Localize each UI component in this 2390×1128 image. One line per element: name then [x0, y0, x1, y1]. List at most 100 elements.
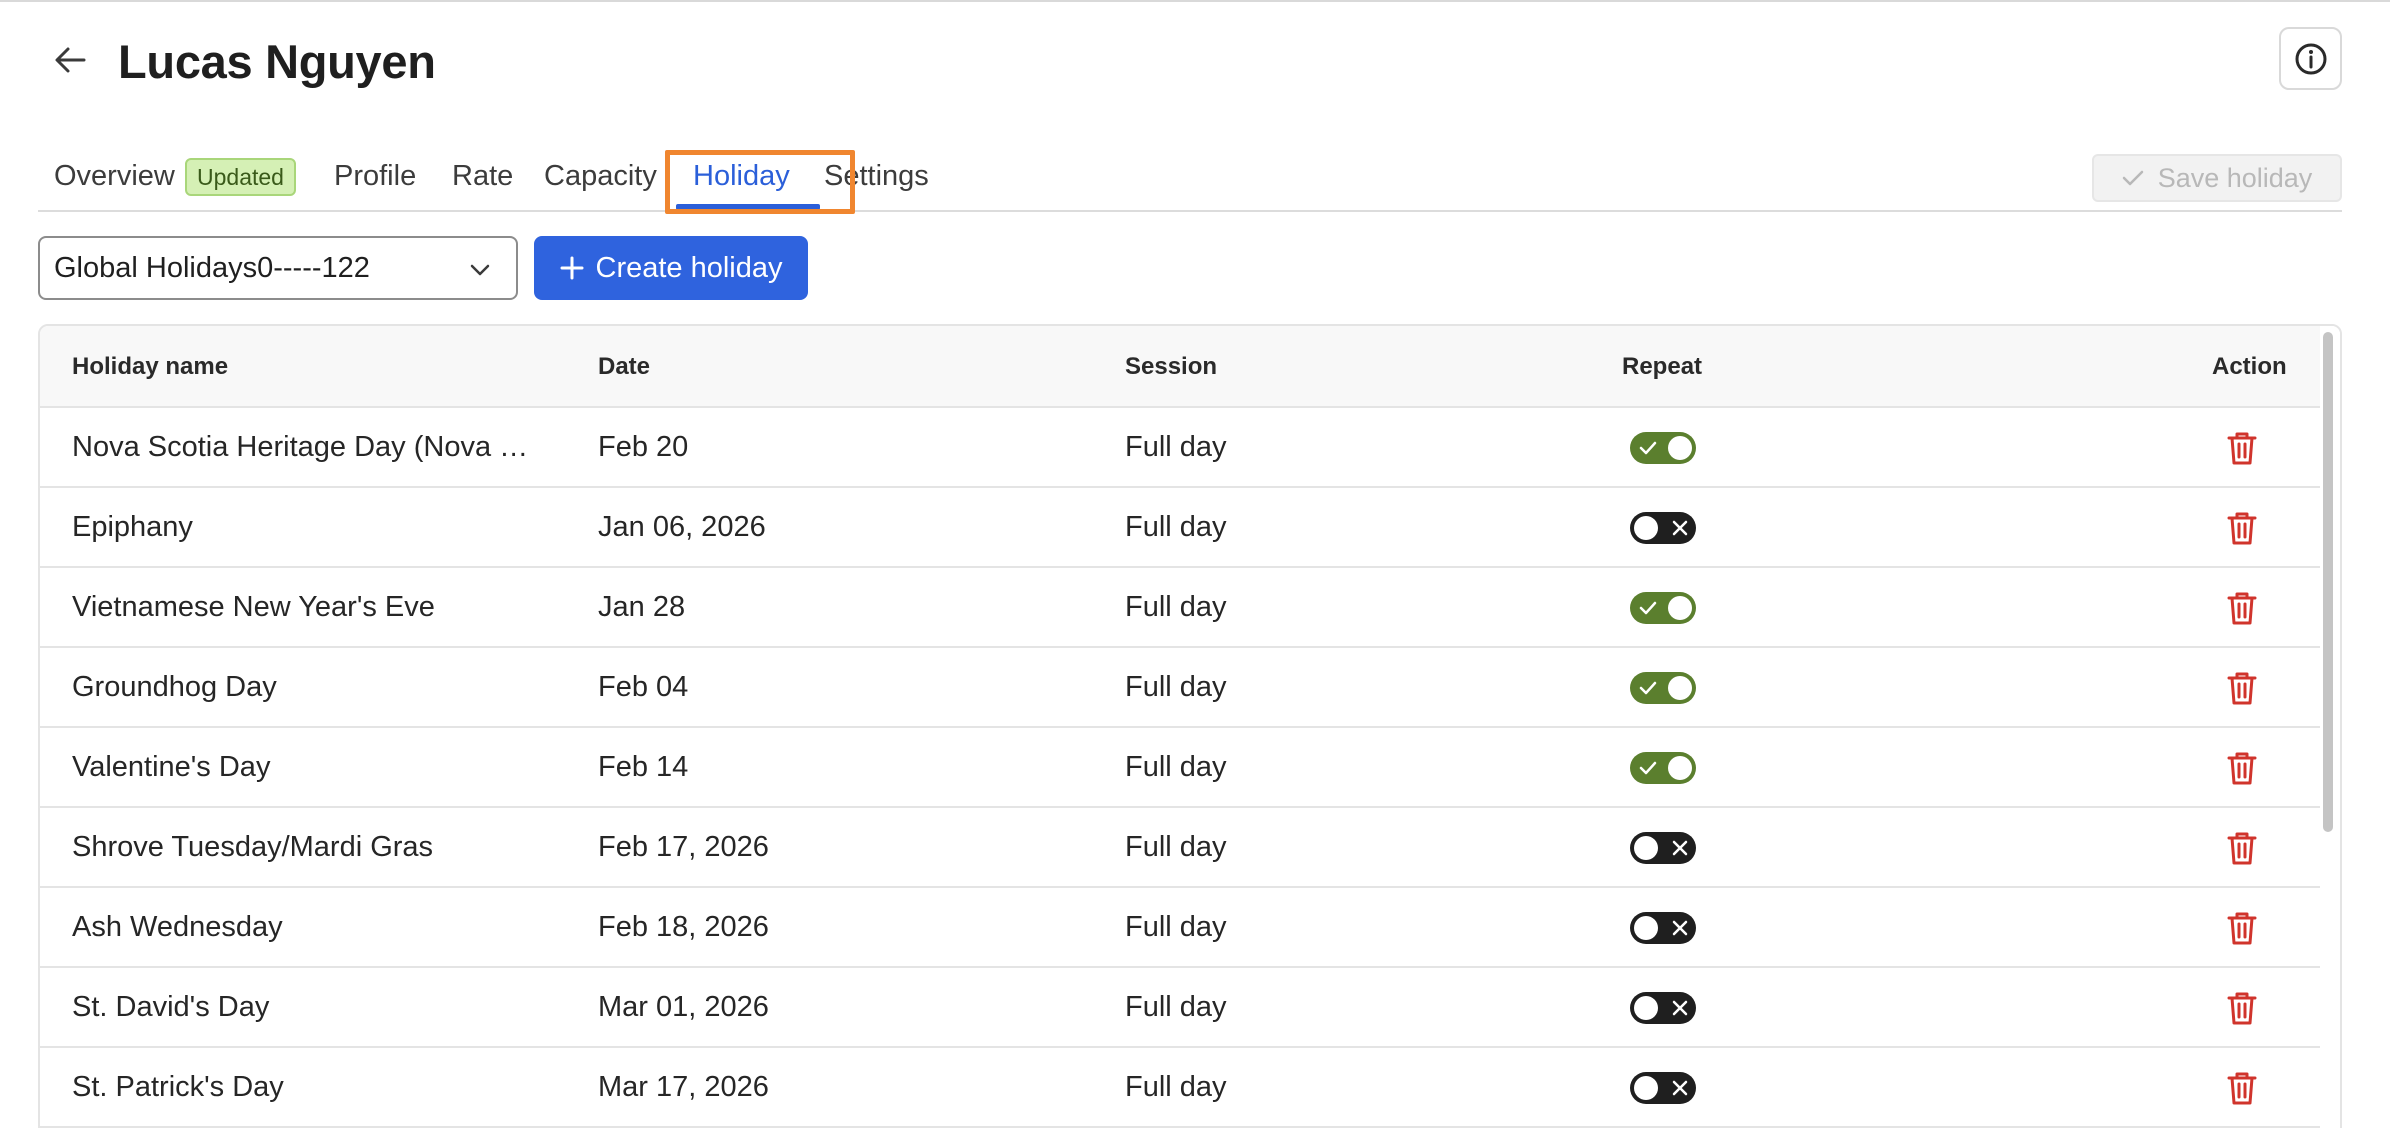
column-header-repeat: Repeat — [1622, 353, 1703, 380]
column-header-holiday-name: Holiday name — [72, 353, 229, 380]
toggle-knob — [1634, 836, 1658, 860]
plus-icon — [560, 256, 583, 280]
check-icon — [1639, 441, 1657, 455]
toggle-knob — [1668, 436, 1692, 460]
toggle-knob — [1668, 596, 1692, 620]
delete-button[interactable] — [2226, 510, 2258, 546]
info-button[interactable] — [2279, 27, 2342, 90]
toggle-knob — [1634, 516, 1658, 540]
close-icon — [1672, 920, 1688, 936]
holiday-name-cell: Valentine's Day — [72, 751, 271, 783]
save-holiday-button[interactable]: Save holiday — [2092, 154, 2342, 202]
repeat-toggle[interactable] — [1630, 912, 1696, 944]
trash-icon — [2227, 912, 2257, 945]
delete-button[interactable] — [2226, 670, 2258, 706]
table-row: St. Patrick's Day Mar 17, 2026 Full day — [40, 1048, 2320, 1128]
back-button[interactable] — [50, 40, 90, 80]
table-header: Holiday name Date Session Repeat Action — [40, 326, 2320, 408]
holiday-session-cell: Full day — [1125, 511, 1227, 543]
updated-badge: Updated — [185, 158, 296, 196]
tab-bar: Overview Updated Profile Rate Capacity H… — [38, 148, 2342, 214]
holiday-session-cell: Full day — [1125, 1071, 1227, 1103]
table-row: Groundhog Day Feb 04 Full day — [40, 648, 2320, 728]
repeat-toggle[interactable] — [1630, 432, 1696, 464]
trash-icon — [2227, 592, 2257, 625]
holiday-name-cell: Vietnamese New Year's Eve — [72, 591, 435, 623]
delete-button[interactable] — [2226, 750, 2258, 786]
repeat-toggle[interactable] — [1630, 592, 1696, 624]
check-icon — [1639, 601, 1657, 615]
holiday-date-cell: Jan 06, 2026 — [598, 511, 766, 543]
toggle-knob — [1634, 1076, 1658, 1100]
holiday-session-cell: Full day — [1125, 911, 1227, 943]
holiday-session-cell: Full day — [1125, 591, 1227, 623]
delete-button[interactable] — [2226, 590, 2258, 626]
tab-rate[interactable]: Rate — [452, 160, 513, 193]
holiday-date-cell: Feb 17, 2026 — [598, 831, 769, 863]
tab-profile[interactable]: Profile — [334, 160, 416, 193]
holiday-name-cell: Ash Wednesday — [72, 911, 283, 943]
holiday-calendar-select[interactable]: Global Holidays0-----122 — [38, 236, 518, 300]
check-icon — [1639, 681, 1657, 695]
repeat-toggle[interactable] — [1630, 752, 1696, 784]
column-header-action: Action — [2212, 353, 2287, 380]
close-icon — [1672, 520, 1688, 536]
create-holiday-label: Create holiday — [595, 251, 783, 284]
tab-settings[interactable]: Settings — [824, 160, 929, 193]
trash-icon — [2227, 432, 2257, 465]
holiday-session-cell: Full day — [1125, 431, 1227, 463]
tab-capacity[interactable]: Capacity — [544, 160, 657, 193]
trash-icon — [2227, 752, 2257, 785]
holiday-name-cell: Epiphany — [72, 511, 193, 543]
trash-icon — [2227, 832, 2257, 865]
info-circle-icon — [2295, 43, 2326, 74]
table-row: Shrove Tuesday/Mardi Gras Feb 17, 2026 Ful… — [40, 808, 2320, 888]
close-icon — [1672, 1080, 1688, 1096]
holiday-date-cell: Mar 17, 2026 — [598, 1071, 769, 1103]
holiday-session-cell: Full day — [1125, 671, 1227, 703]
delete-button[interactable] — [2226, 830, 2258, 866]
holiday-date-cell: Feb 14 — [598, 751, 689, 783]
delete-button[interactable] — [2226, 990, 2258, 1026]
holiday-date-cell: Feb 20 — [598, 431, 689, 463]
table-row: Valentine's Day Feb 14 Full day — [40, 728, 2320, 808]
toggle-knob — [1634, 916, 1658, 940]
save-holiday-label: Save holiday — [2157, 162, 2313, 193]
repeat-toggle[interactable] — [1630, 992, 1696, 1024]
toggle-knob — [1668, 756, 1692, 780]
holiday-session-cell: Full day — [1125, 991, 1227, 1023]
repeat-toggle[interactable] — [1630, 832, 1696, 864]
check-icon — [1639, 761, 1657, 775]
delete-button[interactable] — [2226, 910, 2258, 946]
holiday-calendar-value: Global Holidays0-----122 — [54, 251, 370, 284]
repeat-toggle[interactable] — [1630, 1072, 1696, 1104]
holiday-table: Holiday name Date Session Repeat Action … — [38, 324, 2342, 1128]
repeat-toggle[interactable] — [1630, 512, 1696, 544]
scrollbar-thumb[interactable] — [2323, 332, 2333, 832]
holiday-date-cell: Jan 28 — [598, 591, 686, 623]
table-row: St. David's Day Mar 01, 2026 Full day — [40, 968, 2320, 1048]
holiday-date-cell: Feb 18, 2026 — [598, 911, 769, 943]
holiday-name-cell: St. David's Day — [72, 991, 270, 1023]
toggle-knob — [1668, 676, 1692, 700]
holiday-date-cell: Mar 01, 2026 — [598, 991, 769, 1023]
trash-icon — [2227, 1072, 2257, 1105]
close-icon — [1672, 1000, 1688, 1016]
create-holiday-button[interactable]: Create holiday — [534, 236, 808, 300]
trash-icon — [2227, 512, 2257, 545]
arrow-left-icon — [55, 47, 86, 73]
delete-button[interactable] — [2226, 430, 2258, 466]
column-header-date: Date — [598, 353, 651, 380]
active-tab-indicator — [676, 204, 820, 210]
delete-button[interactable] — [2226, 1070, 2258, 1106]
page-title: Lucas Nguyen — [118, 35, 436, 88]
column-header-session: Session — [1125, 353, 1218, 380]
holiday-session-cell: Full day — [1125, 751, 1227, 783]
tab-overview[interactable]: Overview — [54, 160, 175, 193]
toggle-knob — [1634, 996, 1658, 1020]
repeat-toggle[interactable] — [1630, 672, 1696, 704]
close-icon — [1672, 840, 1688, 856]
chevron-down-icon — [470, 264, 490, 276]
table-row: Ash Wednesday Feb 18, 2026 Full day — [40, 888, 2320, 968]
tab-holiday[interactable]: Holiday — [693, 160, 790, 193]
